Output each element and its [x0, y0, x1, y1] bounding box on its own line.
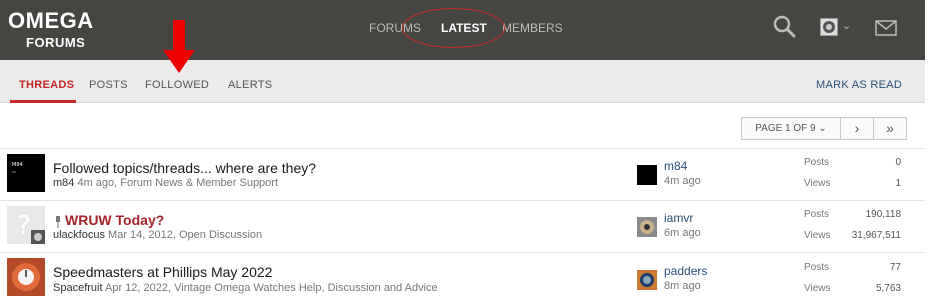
mark-as-read-link[interactable]: MARK AS READ: [816, 79, 902, 91]
svg-text:M84: M84: [12, 162, 23, 168]
last-post-time: 8m ago: [664, 280, 701, 292]
thread-title[interactable]: Speedmasters at Phillips May 2022: [53, 264, 272, 280]
last-poster-name[interactable]: iamvr: [664, 211, 693, 225]
avatar[interactable]: M84: [7, 154, 45, 192]
tab-alerts[interactable]: ALERTS: [228, 79, 272, 91]
nav-members[interactable]: MEMBERS: [502, 21, 563, 35]
thread-forum[interactable]: Forum News & Member Support: [120, 177, 278, 189]
thread-author[interactable]: m84: [53, 177, 74, 189]
thread-forum[interactable]: Vintage Omega Watches Help, Discussion a…: [174, 282, 438, 294]
thread-title[interactable]: WRUW Today?: [65, 212, 164, 228]
arrow-down-icon: [163, 20, 195, 79]
last-post-time: 4m ago: [664, 175, 701, 187]
mail-icon[interactable]: [875, 20, 897, 41]
avatar[interactable]: ?: [7, 206, 45, 244]
thread-meta: m84 4m ago, Forum News & Member Support: [53, 177, 279, 189]
posts-count: 0: [895, 157, 901, 168]
avatar[interactable]: [7, 258, 45, 296]
views-count: 31,967,511: [851, 230, 901, 241]
avatar[interactable]: [637, 270, 657, 290]
last-page-button[interactable]: »: [873, 117, 907, 140]
thread-time: Apr 12, 2022: [104, 282, 168, 294]
thread-meta: Spacefruit Apr 12, 2022, Vintage Omega W…: [53, 282, 438, 294]
page-selector[interactable]: PAGE 1 OF 9 ⌄: [741, 117, 841, 140]
search-icon[interactable]: [772, 14, 798, 45]
next-page-button[interactable]: ›: [840, 117, 874, 140]
page-label: PAGE 1 OF 9: [755, 123, 816, 134]
subnav-bar: [0, 60, 925, 103]
logo-subtitle[interactable]: FORUMS: [26, 35, 85, 50]
avatar[interactable]: [637, 165, 657, 185]
views-count: 1: [895, 178, 901, 189]
annotation-ellipse: [402, 8, 505, 48]
svg-text:?: ?: [17, 211, 31, 241]
tab-posts[interactable]: POSTS: [89, 79, 128, 91]
last-post-time: 6m ago: [664, 227, 701, 239]
chevron-down-icon[interactable]: ⌄: [842, 19, 851, 32]
thread-forum[interactable]: Open Discussion: [179, 229, 262, 241]
active-tab-underline: [10, 100, 76, 103]
avatar[interactable]: [637, 217, 657, 237]
views-count: 5,763: [875, 283, 901, 294]
page-dropdown-icon: ⌄: [818, 123, 827, 134]
thread-author[interactable]: ulackfocus: [53, 229, 105, 241]
posts-count: 77: [889, 262, 901, 273]
last-poster-name[interactable]: m84: [664, 159, 687, 173]
thread-meta: ulackfocus Mar 14, 2012, Open Discussion: [53, 229, 263, 241]
thread-time: 4m ago: [77, 177, 115, 189]
logo-title[interactable]: OMEGA: [8, 8, 94, 34]
thread-author[interactable]: Spacefruit: [53, 282, 103, 294]
posts-count: 190,118: [865, 209, 901, 220]
last-poster-name[interactable]: padders: [664, 264, 707, 278]
thread-time: Mar 14, 2012: [108, 229, 173, 241]
thread-title[interactable]: Followed topics/threads... where are the…: [53, 160, 316, 176]
tab-threads[interactable]: THREADS: [19, 79, 74, 91]
user-avatar[interactable]: [820, 18, 838, 36]
tab-followed[interactable]: FOLLOWED: [145, 79, 209, 91]
